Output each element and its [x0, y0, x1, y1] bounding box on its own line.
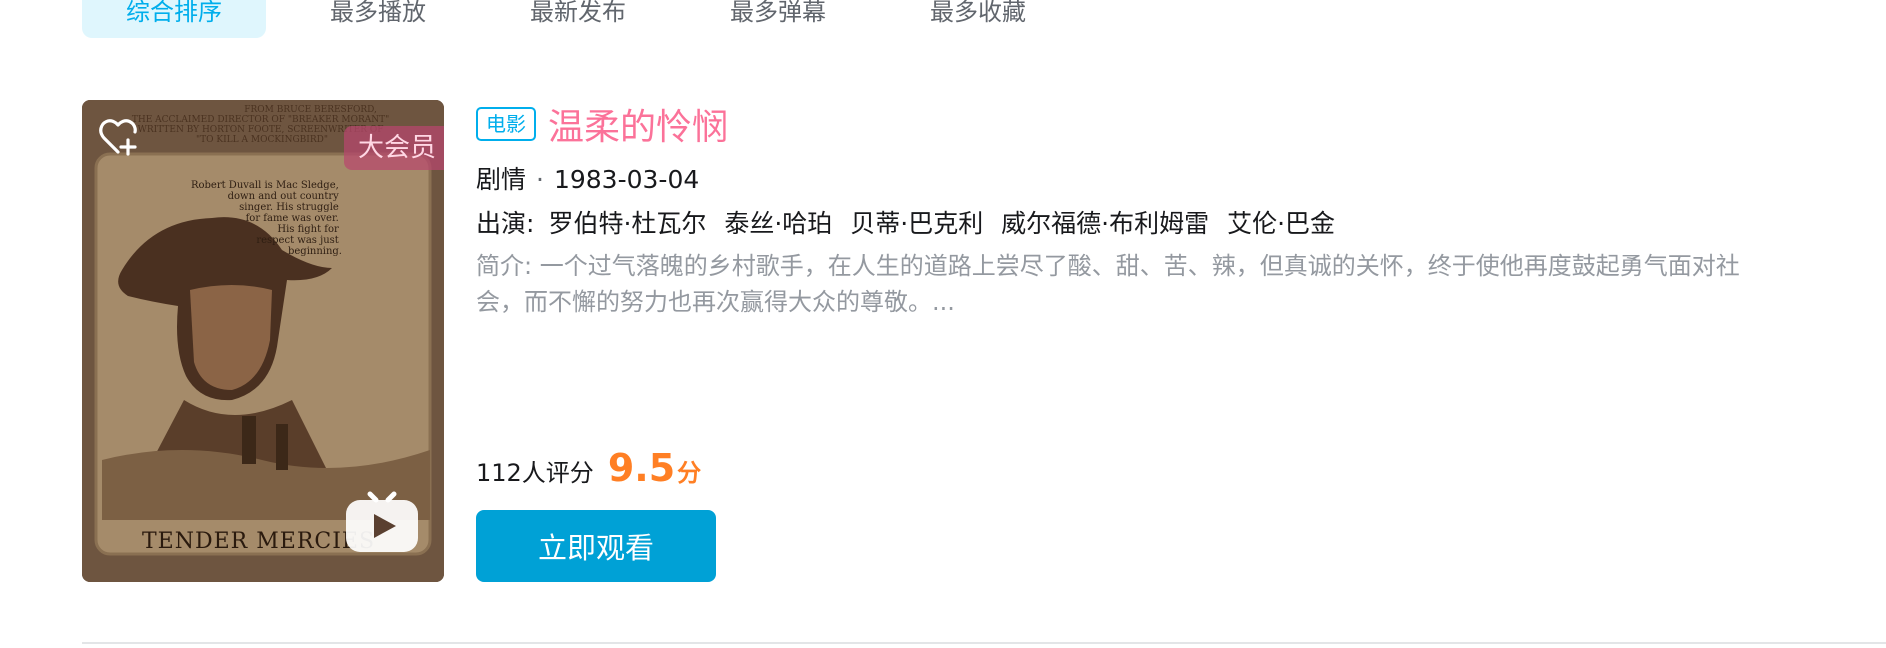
tab-most-danmaku[interactable]: 最多弹幕: [704, 0, 852, 38]
poster-credit-line: FROM BRUCE BERESFORD,: [244, 105, 377, 115]
meta-separator: ·: [536, 165, 544, 194]
cast-member: 威尔福德·布利姆雷: [1001, 209, 1210, 238]
rating-count: 112人评分: [476, 459, 594, 487]
result-info: 电影 温柔的怜悯 剧情 · 1983-03-04 出演: 罗伯特·杜瓦尔 泰丝·哈珀…: [476, 100, 1796, 582]
sort-tabs: 综合排序 最多播放 最新发布 最多弹幕 最多收藏: [82, 0, 1104, 38]
search-result-card: FROM BRUCE BERESFORD, THE ACCLAIMED DIRE…: [82, 100, 1886, 582]
cast-member: 罗伯特·杜瓦尔: [548, 209, 707, 238]
vip-badge: 大会员: [343, 126, 444, 170]
poster-tagline-line: singer. His struggle: [239, 202, 339, 213]
rating: 112人评分 9.5 分: [476, 446, 701, 490]
poster-tagline-line: respect was just: [256, 235, 338, 246]
tab-comprehensive-sort[interactable]: 综合排序: [82, 0, 266, 38]
movie-title[interactable]: 温柔的怜悯: [548, 98, 728, 150]
poster-tagline-line: His fight for: [277, 224, 339, 235]
title-row: 电影 温柔的怜悯: [476, 102, 728, 148]
divider: [82, 642, 1886, 644]
heart-plus-icon[interactable]: [96, 114, 142, 160]
movie-meta: 剧情 · 1983-03-04: [476, 160, 699, 196]
cast-label: 出演:: [476, 209, 535, 238]
cast-member: 贝蒂·巴克利: [850, 209, 984, 238]
cast-names: 罗伯特·杜瓦尔 泰丝·哈珀 贝蒂·巴克利 威尔福德·布利姆雷 艾伦·巴金: [548, 204, 1345, 240]
poster-film-title: TENDER MERCIES: [142, 529, 375, 554]
rating-score: 9.5: [607, 446, 676, 490]
poster-tagline-line: for fame was over.: [246, 213, 339, 224]
cast-member: 艾伦·巴金: [1227, 209, 1336, 238]
watch-now-button[interactable]: 立即观看: [476, 510, 716, 582]
release-date: 1983-03-04: [553, 165, 700, 194]
cast-member: 泰丝·哈珀: [724, 209, 833, 238]
poster-tagline-line: down and out country: [228, 191, 340, 202]
poster-tagline-line: beginning.: [288, 246, 342, 257]
movie-cover[interactable]: FROM BRUCE BERESFORD, THE ACCLAIMED DIRE…: [82, 100, 444, 582]
poster-credit-line: THE ACCLAIMED DIRECTOR OF "BREAKER MORAN…: [132, 115, 389, 125]
cast-row: 出演: 罗伯特·杜瓦尔 泰丝·哈珀 贝蒂·巴克利 威尔福德·布利姆雷 艾伦·巴金: [476, 204, 1345, 240]
poster-credit-line: "TO KILL A MOCKINGBIRD": [196, 135, 328, 145]
movie-description: 简介: 一个过气落魄的乡村歌手，在人生的道路上尝尽了酸、甜、苦、辣，但真诚的关怀…: [476, 252, 1740, 316]
tab-most-played[interactable]: 最多播放: [304, 0, 452, 38]
poster-tagline-line: Robert Duvall is Mac Sledge,: [191, 180, 339, 191]
genre: 剧情: [476, 165, 527, 194]
tab-most-favorited[interactable]: 最多收藏: [904, 0, 1052, 38]
rating-unit: 分: [677, 459, 702, 487]
type-tag: 电影: [476, 107, 536, 141]
tab-newest[interactable]: 最新发布: [504, 0, 652, 38]
tv-play-icon[interactable]: [342, 480, 422, 556]
